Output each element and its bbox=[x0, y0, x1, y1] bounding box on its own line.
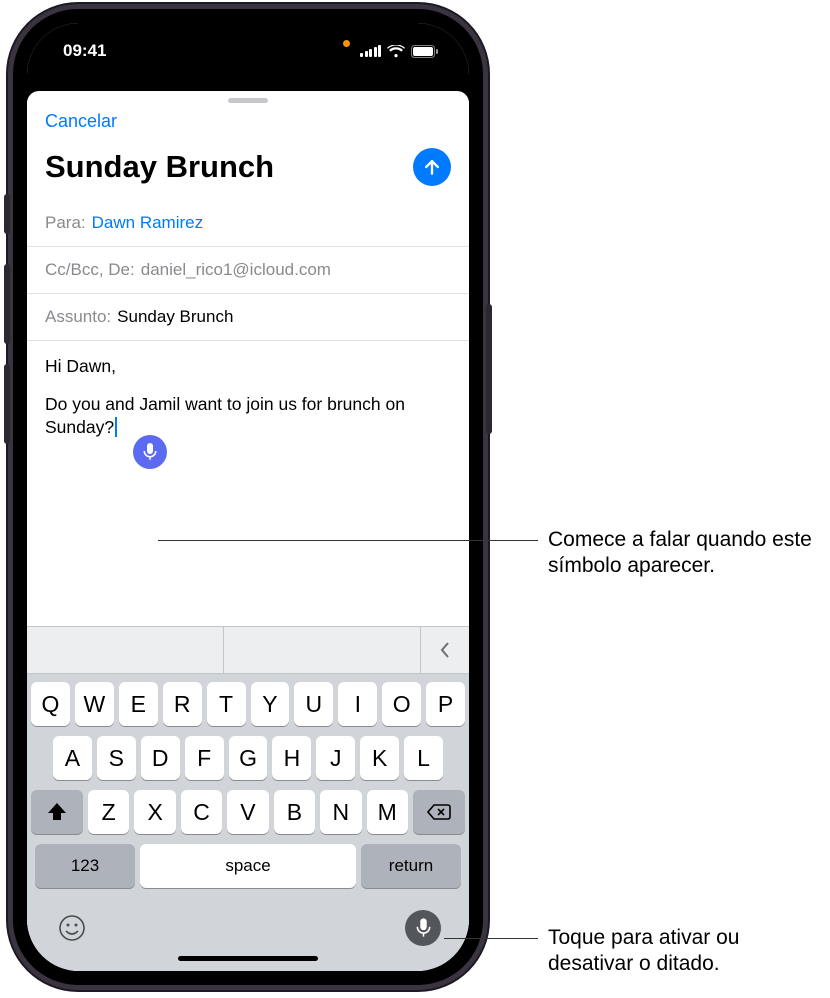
toolbar-segment-1[interactable] bbox=[27, 627, 224, 673]
battery-icon bbox=[411, 45, 439, 58]
to-label: Para: bbox=[45, 213, 86, 233]
keyboard: QWERTYUIOP ASDFGHJKL ZXCVBNM bbox=[27, 626, 469, 971]
key-c[interactable]: C bbox=[181, 790, 222, 834]
dictation-toggle-button[interactable] bbox=[405, 910, 441, 946]
return-key[interactable]: return bbox=[361, 844, 461, 888]
microphone-icon bbox=[143, 443, 157, 461]
cc-bcc-from-field[interactable]: Cc/Bcc, De: daniel_rico1@icloud.com bbox=[27, 247, 469, 294]
key-r[interactable]: R bbox=[163, 682, 202, 726]
dynamic-island bbox=[184, 37, 312, 73]
key-n[interactable]: N bbox=[320, 790, 361, 834]
key-k[interactable]: K bbox=[360, 736, 399, 780]
keyboard-row-2: ASDFGHJKL bbox=[31, 736, 465, 780]
callout-line-2 bbox=[444, 938, 538, 939]
callout-mic-toggle: Toque para ativar ou desativar o ditado. bbox=[548, 925, 808, 978]
to-value[interactable]: Dawn Ramirez bbox=[92, 213, 203, 233]
body-paragraph: Do you and Jamil want to join us for bru… bbox=[45, 393, 451, 440]
key-x[interactable]: X bbox=[134, 790, 175, 834]
key-y[interactable]: Y bbox=[251, 682, 290, 726]
text-cursor bbox=[115, 417, 117, 437]
key-u[interactable]: U bbox=[294, 682, 333, 726]
compose-title: Sunday Brunch bbox=[45, 149, 274, 185]
keyboard-toolbar bbox=[27, 626, 469, 674]
key-m[interactable]: M bbox=[367, 790, 408, 834]
volume-up bbox=[4, 264, 10, 344]
key-a[interactable]: A bbox=[53, 736, 92, 780]
side-button bbox=[486, 304, 492, 434]
key-h[interactable]: H bbox=[272, 736, 311, 780]
microphone-icon bbox=[416, 918, 431, 938]
key-v[interactable]: V bbox=[227, 790, 268, 834]
home-indicator[interactable] bbox=[178, 956, 318, 961]
toolbar-segment-2[interactable] bbox=[224, 627, 421, 673]
email-body[interactable]: Hi Dawn, Do you and Jamil want to join u… bbox=[27, 341, 469, 626]
screen: 09:41 Cancelar bbox=[27, 23, 469, 971]
dictation-active-indicator[interactable] bbox=[133, 435, 167, 469]
key-p[interactable]: P bbox=[426, 682, 465, 726]
key-z[interactable]: Z bbox=[88, 790, 129, 834]
shift-icon bbox=[47, 803, 67, 821]
key-i[interactable]: I bbox=[338, 682, 377, 726]
shift-key[interactable] bbox=[31, 790, 83, 834]
callout-line-1 bbox=[158, 540, 538, 541]
send-button[interactable] bbox=[413, 148, 451, 186]
numbers-key[interactable]: 123 bbox=[35, 844, 135, 888]
key-e[interactable]: E bbox=[119, 682, 158, 726]
cancel-button[interactable]: Cancelar bbox=[27, 103, 469, 142]
key-q[interactable]: Q bbox=[31, 682, 70, 726]
subject-value: Sunday Brunch bbox=[117, 307, 233, 327]
key-d[interactable]: D bbox=[141, 736, 180, 780]
mic-in-use-dot-icon bbox=[343, 40, 350, 47]
emoji-icon bbox=[57, 913, 87, 943]
keyboard-row-1: QWERTYUIOP bbox=[31, 682, 465, 726]
to-field[interactable]: Para: Dawn Ramirez bbox=[27, 200, 469, 247]
from-value: daniel_rico1@icloud.com bbox=[141, 260, 331, 280]
wifi-icon bbox=[387, 45, 405, 58]
key-j[interactable]: J bbox=[316, 736, 355, 780]
key-g[interactable]: G bbox=[229, 736, 268, 780]
subject-field[interactable]: Assunto: Sunday Brunch bbox=[27, 294, 469, 341]
subject-label: Assunto: bbox=[45, 307, 111, 327]
chevron-left-icon bbox=[438, 640, 452, 660]
cc-bcc-label: Cc/Bcc, De: bbox=[45, 260, 135, 280]
key-s[interactable]: S bbox=[97, 736, 136, 780]
keyboard-row-3: ZXCVBNM bbox=[31, 790, 465, 834]
backspace-icon bbox=[427, 803, 451, 821]
key-f[interactable]: F bbox=[185, 736, 224, 780]
status-time: 09:41 bbox=[63, 41, 106, 61]
arrow-up-icon bbox=[422, 157, 442, 177]
key-o[interactable]: O bbox=[382, 682, 421, 726]
body-greeting: Hi Dawn, bbox=[45, 355, 451, 379]
key-b[interactable]: B bbox=[274, 790, 315, 834]
phone-frame: 09:41 Cancelar bbox=[8, 4, 488, 990]
key-w[interactable]: W bbox=[75, 682, 114, 726]
cellular-icon bbox=[360, 45, 381, 57]
emoji-key[interactable] bbox=[55, 911, 89, 945]
callout-dictation-bubble: Comece a falar quando este símbolo apare… bbox=[548, 527, 828, 580]
silent-switch bbox=[4, 194, 10, 234]
compose-sheet: Cancelar Sunday Brunch Para: Dawn Ramire… bbox=[27, 91, 469, 971]
volume-down bbox=[4, 364, 10, 444]
key-l[interactable]: L bbox=[404, 736, 443, 780]
space-key[interactable]: space bbox=[140, 844, 356, 888]
backspace-key[interactable] bbox=[413, 790, 465, 834]
toolbar-collapse[interactable] bbox=[421, 627, 469, 673]
key-t[interactable]: T bbox=[207, 682, 246, 726]
